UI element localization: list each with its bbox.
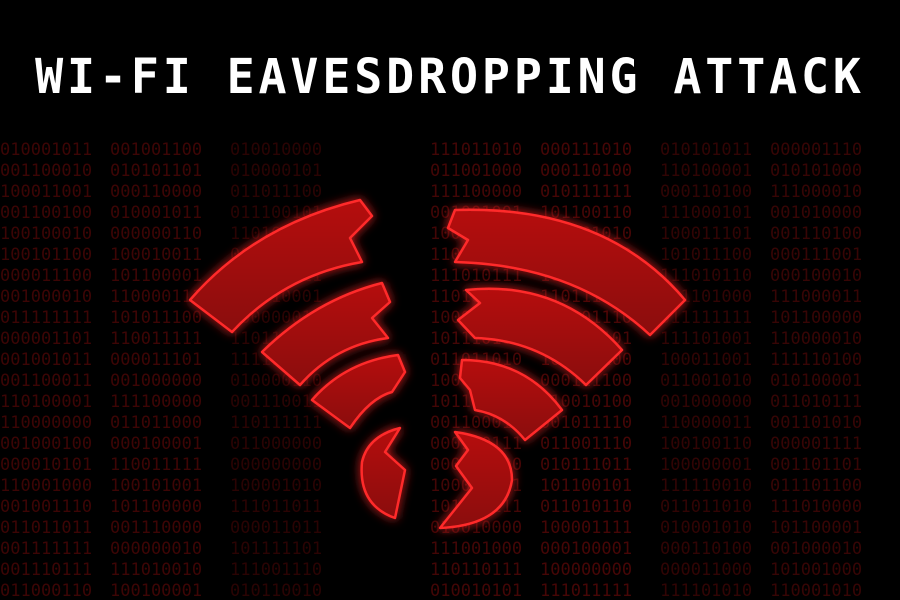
wifi-dot-right — [438, 430, 514, 530]
broken-wifi-icon — [188, 198, 687, 530]
wifi-dot-left — [360, 426, 407, 520]
wifi-arc-inner-left — [310, 353, 407, 430]
banner-canvas: 010001011 001100010 100011001 001100100 … — [0, 0, 900, 600]
wifi-arc-inner-right — [458, 358, 564, 442]
